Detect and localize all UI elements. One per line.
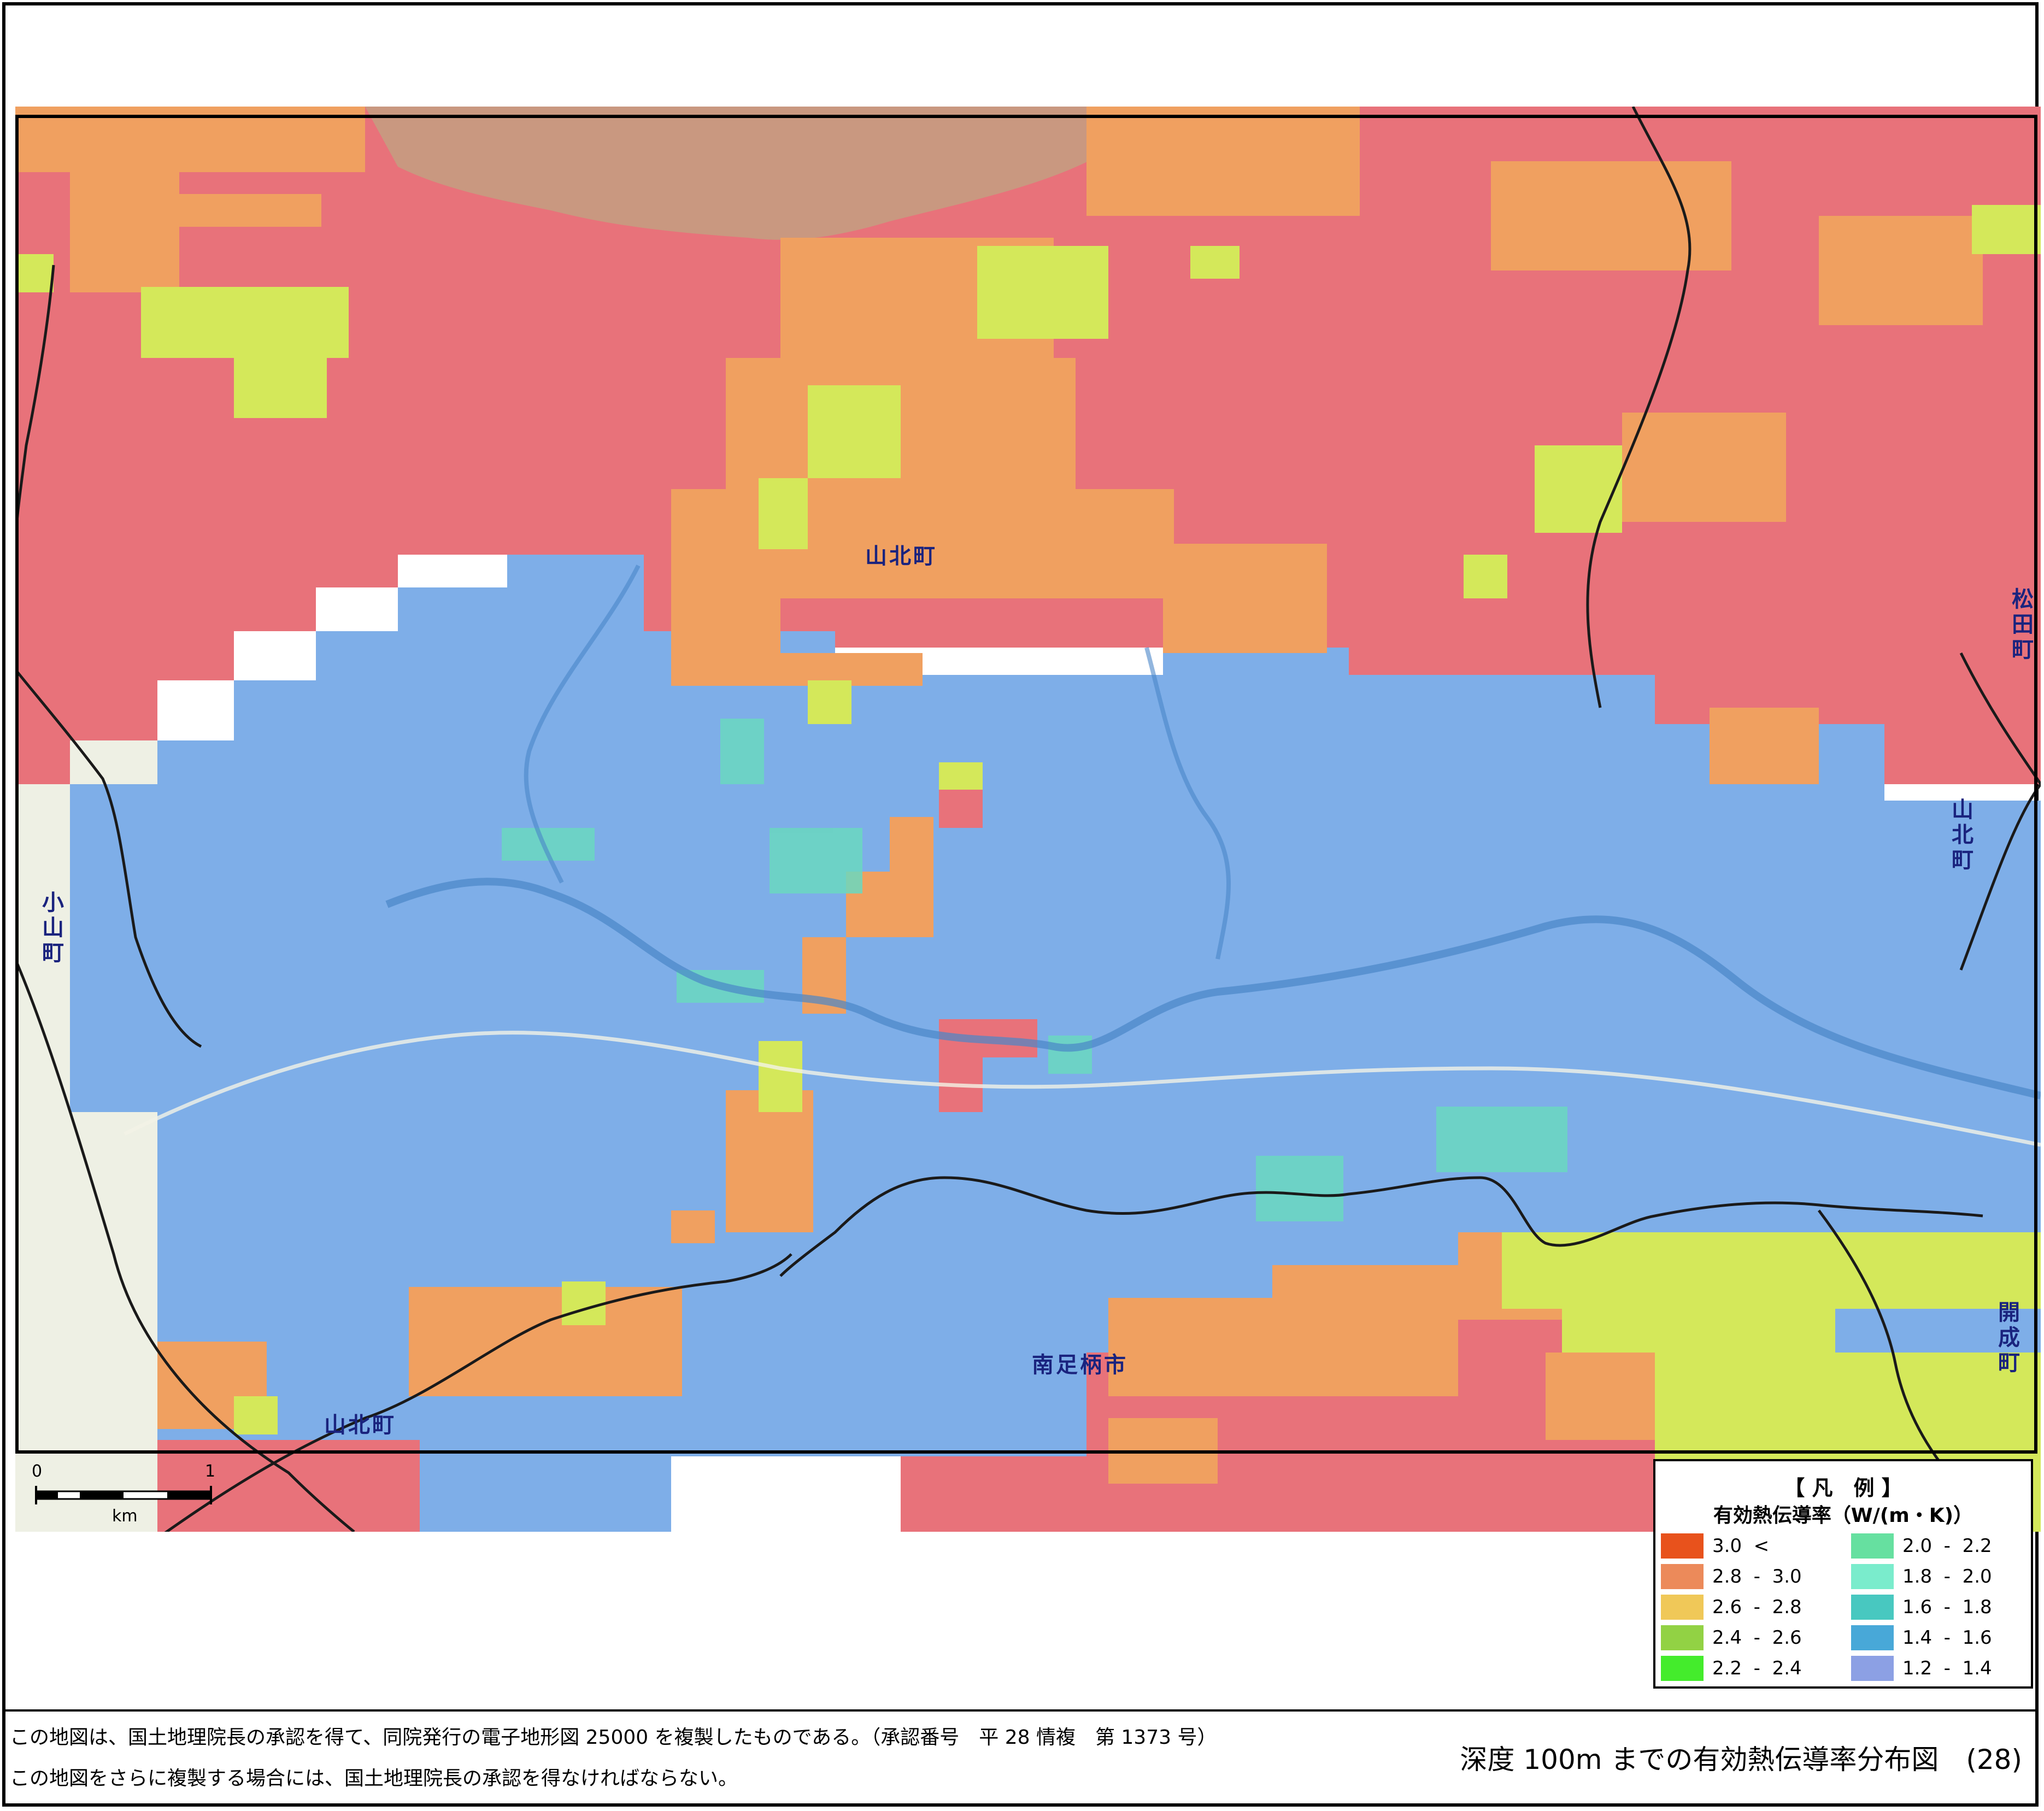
legend-swatch bbox=[1661, 1656, 1704, 1681]
scale-label-unit: km bbox=[112, 1507, 138, 1526]
map-area[interactable]: 山北町 山北町 山北町 南足柄市 小山町 松田町 開成町 bbox=[15, 107, 2041, 1532]
place-label-oyama: 小山町 bbox=[38, 891, 63, 966]
legend-swatch bbox=[1661, 1595, 1704, 1620]
legend-item: 2.4 - 2.6 bbox=[1661, 1624, 1802, 1651]
reproduction-note: この地図をさらに複製する場合には、国土地理院長の承認を得なければならない。 bbox=[10, 1767, 738, 1790]
legend-item: 3.0 < bbox=[1661, 1532, 1769, 1560]
place-label-matsuda: 松田町 bbox=[2008, 587, 2033, 663]
legend-label: 2.2 - 2.4 bbox=[1712, 1657, 1802, 1679]
legend-label: 1.2 - 1.4 bbox=[1902, 1657, 1992, 1679]
legend-item: 2.8 - 3.0 bbox=[1661, 1563, 1802, 1590]
scale-bar: 0 1 km bbox=[27, 1456, 224, 1527]
scale-label-zero: 0 bbox=[32, 1462, 43, 1481]
scale-label-one: 1 bbox=[205, 1462, 216, 1481]
legend-item: 2.0 - 2.2 bbox=[1851, 1532, 1992, 1560]
legend-title: 【 凡 例 】 bbox=[1784, 1476, 1902, 1500]
place-label-minamiashigara: 南足柄市 bbox=[1032, 1353, 1128, 1378]
legend-label: 1.4 - 1.6 bbox=[1902, 1627, 1992, 1649]
legend-label: 2.4 - 2.6 bbox=[1712, 1627, 1802, 1649]
legend-item: 2.6 - 2.8 bbox=[1661, 1594, 1802, 1621]
legend-label: 1.8 - 2.0 bbox=[1902, 1566, 1992, 1587]
place-label-yamakita-center: 山北町 bbox=[865, 544, 937, 569]
legend-swatch bbox=[1851, 1595, 1894, 1620]
footer-divider bbox=[2, 1709, 2039, 1712]
legend-item: 1.8 - 2.0 bbox=[1851, 1563, 1992, 1590]
map-title: 深度 100m までの有効熱伝導率分布図 (28) bbox=[1460, 1744, 2022, 1775]
copyright-note: この地図は、国土地理院長の承認を得て、同院発行の電子地形図 25000 を複製し… bbox=[10, 1726, 1217, 1749]
conductivity-map bbox=[15, 107, 2041, 1532]
legend-swatch bbox=[1661, 1533, 1704, 1559]
legend-swatch bbox=[1851, 1625, 1894, 1650]
legend-swatch bbox=[1661, 1625, 1704, 1650]
legend: 【 凡 例 】 有効熱伝導率（W/(m・K)） 3.0 < 2.8 - 3.0 2.… bbox=[1653, 1459, 2033, 1689]
place-label-kaisei: 開成町 bbox=[1994, 1301, 2019, 1376]
legend-subtitle: 有効熱伝導率（W/(m・K)） bbox=[1713, 1504, 1973, 1527]
legend-item: 2.2 - 2.4 bbox=[1661, 1655, 1802, 1682]
legend-swatch bbox=[1661, 1564, 1704, 1589]
place-label-yamakita-east: 山北町 bbox=[1948, 798, 1973, 873]
legend-label: 2.6 - 2.8 bbox=[1712, 1596, 1802, 1618]
legend-label: 1.6 - 1.8 bbox=[1902, 1596, 1992, 1618]
legend-item: 1.4 - 1.6 bbox=[1851, 1624, 1992, 1651]
legend-label: 2.0 - 2.2 bbox=[1902, 1535, 1992, 1557]
legend-label: 2.8 - 3.0 bbox=[1712, 1566, 1802, 1587]
legend-swatch bbox=[1851, 1564, 1894, 1589]
legend-swatch bbox=[1851, 1533, 1894, 1559]
legend-swatch bbox=[1851, 1656, 1894, 1681]
legend-label: 3.0 < bbox=[1712, 1535, 1770, 1557]
place-label-yamakita-south: 山北町 bbox=[324, 1413, 396, 1438]
legend-item: 1.2 - 1.4 bbox=[1851, 1655, 1992, 1682]
legend-item: 1.6 - 1.8 bbox=[1851, 1594, 1992, 1621]
